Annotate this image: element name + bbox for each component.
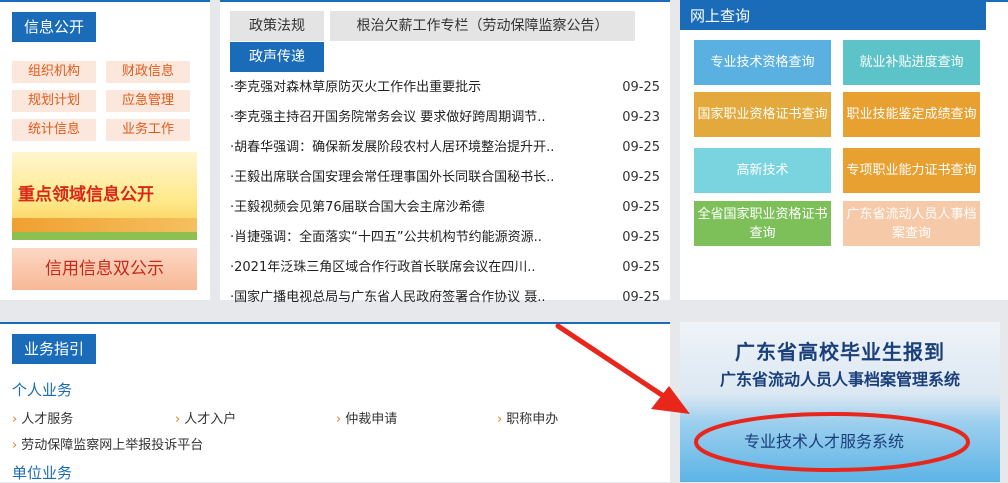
query-province-cert-button[interactable]: 全省国家职业资格证书查询 <box>694 201 831 246</box>
guide-panel: 业务指引 个人业务 单位业务 <box>0 322 670 482</box>
service-label[interactable]: 仲裁申请 <box>345 412 397 427</box>
service-label[interactable]: 职称申办 <box>506 412 558 427</box>
news-item-2[interactable]: ·李克强主持召开国务院常务会议 要求做好跨周期调节.. 09-23 <box>230 108 662 128</box>
query-national-cert-button[interactable]: 国家职业资格证书查询 <box>694 92 831 137</box>
news-item-3[interactable]: ·胡春华强调：确保新发展阶段农村人居环境整治提升开.. 09-25 <box>230 138 662 158</box>
info-panel-title: 信息公开 <box>12 12 97 42</box>
promo-banner[interactable]: 广东省高校毕业生报到 广东省流动人员人事档案管理系统 专业技术人才服务系统 <box>680 322 1000 482</box>
tag-plan[interactable]: 规划计划 <box>12 90 96 112</box>
tag-stats[interactable]: 统计信息 <box>12 119 96 141</box>
tab-gov-voice[interactable]: 政声传递 <box>230 42 324 72</box>
news-title[interactable]: ·胡春华强调：确保新发展阶段农村人居环境整治提升开.. <box>230 138 580 158</box>
tab-policy[interactable]: 政策法规 <box>230 11 324 41</box>
guide-panel-title: 业务指引 <box>12 334 97 364</box>
news-date: 09-25 <box>622 230 660 245</box>
credit-banner[interactable]: 信用信息双公示 <box>12 248 197 290</box>
news-title[interactable]: ·王毅视频会见第76届联合国大会主席沙希德 <box>230 198 580 218</box>
query-hightech-button[interactable]: 高新技术 <box>694 148 831 193</box>
guide-panel-topline <box>0 322 670 324</box>
tag-business[interactable]: 业务工作 <box>106 119 190 141</box>
promo-line1: 广东省高校毕业生报到 <box>735 340 945 364</box>
news-date: 09-25 <box>622 200 660 215</box>
service-labor-report[interactable]: › 劳动保障监察网上举报投诉平台 <box>12 434 203 453</box>
tag-emergency[interactable]: 应急管理 <box>106 90 190 112</box>
info-panel-topline <box>0 0 210 2</box>
chevron-right-icon: › <box>12 412 18 427</box>
news-date: 09-25 <box>622 290 660 305</box>
news-item-4[interactable]: ·王毅出席联合国安理会常任理事国外长同联合国秘书长.. 09-25 <box>230 168 662 188</box>
news-title[interactable]: ·2021年泛珠三角区域合作行政首长联席会议在四川.. <box>230 258 580 278</box>
service-label[interactable]: 人才服务 <box>21 412 73 427</box>
news-title[interactable]: ·李克强主持召开国务院常务会议 要求做好跨周期调节.. <box>230 108 580 128</box>
promo-system-button[interactable]: 专业技术人才服务系统 <box>724 424 924 460</box>
query-panel-title: 网上查询 <box>680 2 986 30</box>
service-talent-settle[interactable]: › 人才入户 <box>175 408 236 427</box>
news-panel-topline <box>220 0 670 2</box>
query-employment-subsidy-button[interactable]: 就业补贴进度查询 <box>843 40 980 85</box>
service-talent[interactable]: › 人才服务 <box>12 408 73 427</box>
key-area-banner-text: 重点领域信息公开 <box>18 185 154 205</box>
news-date: 09-25 <box>622 170 660 185</box>
service-arbitration[interactable]: › 仲裁申请 <box>336 408 397 427</box>
chevron-right-icon: › <box>175 412 181 427</box>
news-item-1[interactable]: ·李克强对森林草原防灭火工作作出重要批示 09-25 <box>230 78 662 98</box>
news-title[interactable]: ·国家广播电视总局与广东省人民政府签署合作协议 聂.. <box>230 288 580 308</box>
service-title-apply[interactable]: › 职称申办 <box>497 408 558 427</box>
query-prof-title-button[interactable]: 专业技术资格查询 <box>694 40 831 85</box>
news-title[interactable]: ·肖捷强调：全面落实“十四五”公共机构节约能源资源.. <box>230 228 580 248</box>
promo-line2: 广东省流动人员人事档案管理系统 <box>719 370 960 389</box>
tab-wage-arrears[interactable]: 根治欠薪工作专栏（劳动保障监察公告） <box>330 11 635 41</box>
tag-finance[interactable]: 财政信息 <box>106 61 190 83</box>
news-item-6[interactable]: ·肖捷强调：全面落实“十四五”公共机构节约能源资源.. 09-25 <box>230 228 662 248</box>
query-archive-button[interactable]: 广东省流动人员人事档案查询 <box>843 201 980 246</box>
news-date: 09-25 <box>622 80 660 95</box>
chevron-right-icon: › <box>497 412 503 427</box>
news-item-7[interactable]: ·2021年泛珠三角区域合作行政首长联席会议在四川.. 09-25 <box>230 258 662 278</box>
news-title[interactable]: ·李克强对森林草原防灭火工作作出重要批示 <box>230 78 580 98</box>
service-label[interactable]: 劳动保障监察网上举报投诉平台 <box>21 438 203 453</box>
chevron-right-icon: › <box>12 438 18 453</box>
news-date: 09-25 <box>622 140 660 155</box>
info-panel: 信息公开 组织机构 财政信息 规划计划 应急管理 统计信息 业务工作 重点领域信… <box>0 0 210 300</box>
news-item-5[interactable]: ·王毅视频会见第76届联合国大会主席沙希德 09-25 <box>230 198 662 218</box>
news-date: 09-25 <box>622 260 660 275</box>
query-skill-score-button[interactable]: 职业技能鉴定成绩查询 <box>843 92 980 137</box>
banner-green-band <box>12 232 197 240</box>
news-item-8[interactable]: ·国家广播电视总局与广东省人民政府签署合作协议 聂.. 09-25 <box>230 288 662 308</box>
chevron-right-icon: › <box>336 412 342 427</box>
key-area-banner[interactable]: 重点领域信息公开 <box>12 152 197 240</box>
unit-business-heading: 单位业务 <box>12 464 73 482</box>
query-special-ability-button[interactable]: 专项职业能力证书查询 <box>843 148 980 193</box>
tag-org[interactable]: 组织机构 <box>12 61 96 83</box>
service-label[interactable]: 人才入户 <box>184 412 236 427</box>
news-title[interactable]: ·王毅出席联合国安理会常任理事国外长同联合国秘书长.. <box>230 168 580 188</box>
personal-business-heading: 个人业务 <box>12 381 73 399</box>
news-date: 09-23 <box>622 110 660 125</box>
